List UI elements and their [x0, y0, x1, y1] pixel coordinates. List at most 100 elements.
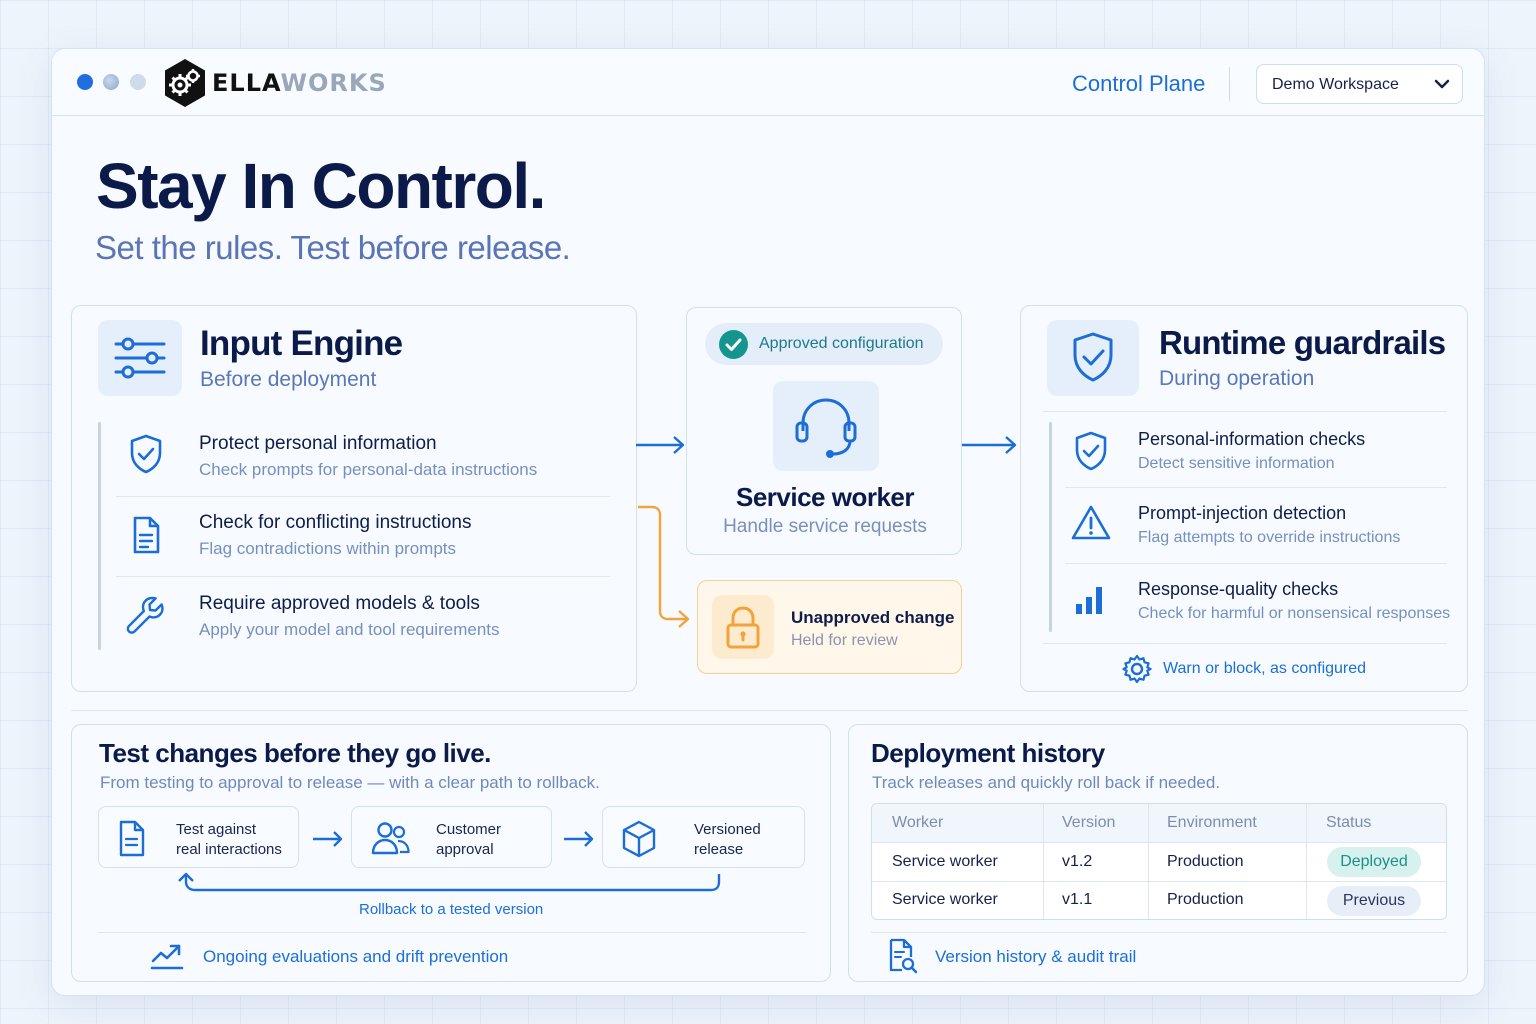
input-item-title: Check for conflicting instructions	[199, 512, 472, 533]
flow-arrow-right	[962, 436, 1017, 454]
runtime-icon-box	[1047, 320, 1139, 396]
cell-environment: Production	[1167, 891, 1244, 908]
deployment-history-title: Deployment history	[871, 738, 1105, 768]
step-label-line: Test against	[176, 821, 257, 838]
shield-check-icon	[1075, 431, 1107, 471]
runtime-item-title: Response-quality checks	[1138, 579, 1339, 599]
chevron-down-icon	[1434, 79, 1450, 89]
input-engine-icon-box	[98, 320, 182, 396]
runtime-item-desc: Detect sensitive information	[1138, 455, 1335, 472]
status-badge-previous: Previous	[1327, 886, 1421, 916]
app-window: ELLAWORKS Control Plane Demo Workspace S…	[51, 48, 1485, 996]
service-worker-icon-box	[773, 381, 879, 471]
step-label-line: Versioned	[694, 821, 761, 838]
document-icon	[133, 516, 160, 554]
cell-version: v1.2	[1062, 853, 1093, 870]
warn-or-block-link[interactable]: Warn or block, as configured	[1163, 660, 1366, 678]
approved-configuration-label: Approved configuration	[759, 335, 924, 352]
approved-configuration-badge: Approved configuration	[705, 323, 943, 365]
workspace-select[interactable]: Demo Workspace	[1256, 64, 1463, 104]
divider	[116, 496, 610, 497]
input-item-title: Require approved models & tools	[199, 593, 480, 614]
workspace-select-value: Demo Workspace	[1272, 76, 1399, 93]
cell-worker: Service worker	[892, 853, 998, 870]
runtime-rail	[1049, 422, 1052, 632]
bar-chart-icon	[1076, 587, 1102, 614]
cell-environment: Production	[1167, 853, 1244, 870]
headset-icon	[795, 398, 857, 458]
input-engine-subtitle: Before deployment	[200, 368, 377, 391]
table-header-version: Version	[1043, 804, 1148, 842]
step-label-line: release	[694, 841, 744, 858]
step-label-line: approval	[436, 841, 494, 858]
logo-text-primary: ELLA	[212, 69, 281, 97]
divider	[116, 576, 610, 577]
wrench-icon	[126, 596, 164, 634]
test-changes-title: Test changes before they go live.	[99, 738, 491, 768]
table-header-status: Status	[1306, 804, 1446, 842]
column-divider	[1043, 804, 1044, 919]
input-item-desc: Apply your model and tool requirements	[199, 620, 500, 639]
check-circle-icon	[719, 330, 748, 359]
runtime-item-title: Prompt-injection detection	[1138, 503, 1347, 523]
input-item-title: Protect personal information	[199, 433, 437, 454]
step-customer-approval[interactable]: Customer approval	[351, 806, 552, 868]
runtime-item-title: Personal-information checks	[1138, 429, 1366, 449]
users-icon	[371, 822, 410, 855]
logo-gear-icon	[165, 59, 205, 107]
step-test-interactions[interactable]: Test against real interactions	[98, 806, 299, 868]
nav-control-plane[interactable]: Control Plane	[1072, 71, 1205, 97]
lock-icon-box	[712, 595, 774, 659]
step-label: Versioned release	[694, 820, 761, 860]
window-control-maximize[interactable]	[130, 74, 146, 90]
step-versioned-release[interactable]: Versioned release	[602, 806, 805, 868]
page-title: Stay In Control.	[96, 150, 546, 222]
cell-version: v1.1	[1062, 891, 1093, 908]
input-engine-rail	[98, 422, 101, 650]
input-engine-title: Input Engine	[200, 324, 403, 363]
rollback-arrow	[178, 872, 721, 892]
divider	[1065, 487, 1447, 488]
runtime-item-desc: Flag attempts to override instructions	[1138, 529, 1401, 546]
divider	[1043, 643, 1447, 644]
column-divider	[1306, 804, 1307, 919]
cell-worker: Service worker	[892, 891, 998, 908]
version-history-link[interactable]: Version history & audit trail	[935, 947, 1136, 967]
sliders-icon	[114, 337, 166, 379]
deployment-history-card: Deployment history Track releases and qu…	[848, 724, 1468, 982]
logo-text-secondary: WORKS	[280, 69, 387, 97]
row-divider	[872, 842, 1446, 843]
input-item-desc: Check prompts for personal-data instruct…	[199, 460, 538, 479]
window-control-close[interactable]	[77, 74, 93, 90]
divider	[1043, 411, 1447, 412]
arrow-right-icon	[564, 831, 594, 847]
lock-icon	[726, 606, 760, 649]
unapproved-change-subtitle: Held for review	[791, 632, 898, 649]
ongoing-evaluations-link[interactable]: Ongoing evaluations and drift prevention	[203, 947, 508, 967]
unapproved-change-card: Unapproved change Held for review	[697, 580, 962, 674]
section-divider	[71, 710, 1468, 711]
audit-document-icon	[889, 938, 918, 974]
rollback-label: Rollback to a tested version	[359, 901, 544, 918]
row-divider	[872, 881, 1446, 882]
window-control-minimize[interactable]	[103, 74, 119, 90]
divider	[871, 932, 1447, 933]
trend-up-icon	[150, 944, 184, 970]
status-badge-deployed: Deployed	[1327, 847, 1421, 877]
unapproved-change-title: Unapproved change	[791, 608, 955, 627]
deployment-history-subtitle: Track releases and quickly roll back if …	[872, 773, 1221, 792]
divider	[98, 932, 806, 933]
test-changes-card: Test changes before they go live. From t…	[71, 724, 831, 982]
step-label: Test against real interactions	[176, 820, 282, 860]
runtime-guardrails-title: Runtime guardrails	[1159, 324, 1446, 361]
runtime-guardrails-subtitle: During operation	[1159, 367, 1315, 390]
divider	[1065, 563, 1447, 564]
nav-divider	[1229, 67, 1230, 101]
runtime-guardrails-card: Runtime guardrails During operation Pers…	[1020, 305, 1468, 692]
shield-check-icon	[1073, 332, 1113, 382]
step-label-line: Customer	[436, 821, 502, 838]
service-worker-subtitle: Handle service requests	[723, 516, 927, 537]
shield-check-icon	[130, 434, 162, 474]
input-item-desc: Flag contradictions within prompts	[199, 539, 457, 558]
service-worker-title: Service worker	[735, 482, 915, 512]
